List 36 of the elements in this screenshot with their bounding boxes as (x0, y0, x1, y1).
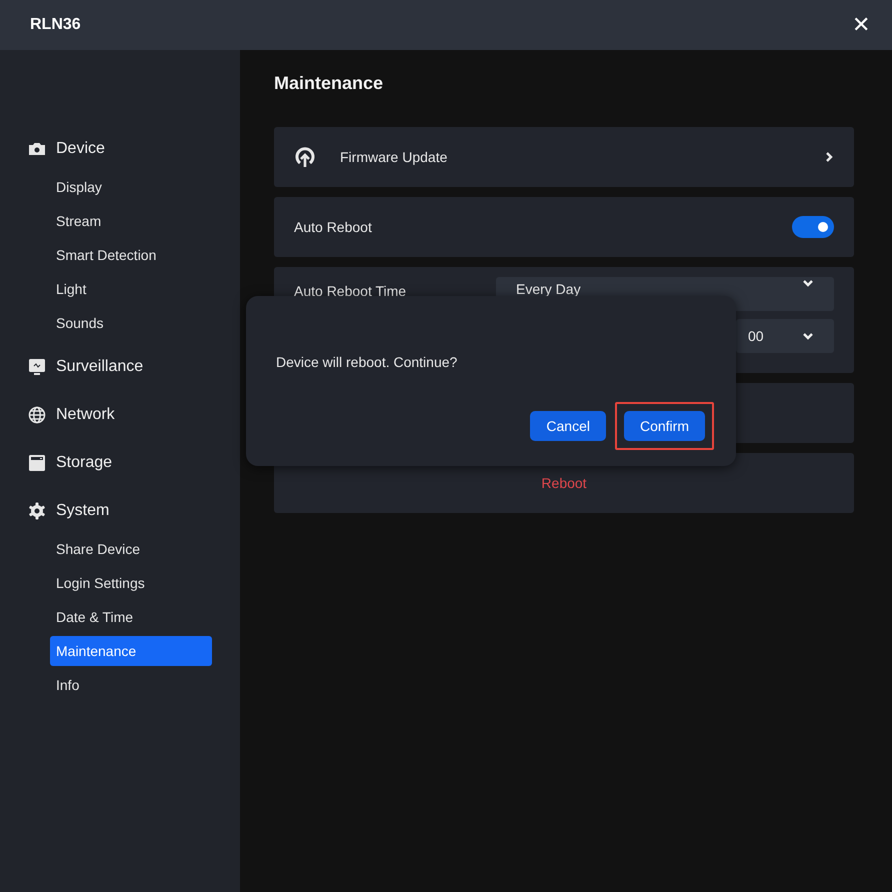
sidebar-item[interactable]: Display (50, 172, 212, 202)
page-title: Maintenance (274, 72, 384, 95)
monitor-icon (28, 358, 46, 376)
dialog-message: Device will reboot. Continue? (276, 353, 458, 372)
sidebar-item[interactable]: Share Device (50, 534, 212, 564)
sidebar-group[interactable]: System (56, 499, 110, 523)
sidebar-group[interactable]: Network (56, 403, 115, 427)
globe-icon (28, 406, 46, 424)
sidebar-item[interactable]: Login Settings (50, 568, 212, 598)
auto-reboot-label: Auto Reboot (294, 218, 372, 236)
sidebar-group[interactable]: Storage (56, 451, 112, 475)
chevron-right-icon (824, 151, 834, 163)
minute-select[interactable]: 00 (736, 319, 834, 353)
sidebar-item[interactable]: Info (50, 670, 212, 700)
storage-icon (28, 454, 46, 472)
window-title: RLN36 (30, 15, 81, 35)
sidebar-item[interactable]: Light (50, 274, 212, 304)
firmware-update-label: Firmware Update (340, 148, 448, 167)
sidebar-group[interactable]: Surveillance (56, 355, 144, 379)
cancel-button[interactable]: Cancel (530, 411, 606, 441)
auto-reboot-time-label: Auto Reboot Time (294, 282, 408, 301)
confirm-button[interactable]: Confirm (624, 411, 705, 441)
chevron-down-icon (802, 279, 814, 287)
sidebar-item[interactable]: Smart Detection (50, 240, 212, 270)
camera-icon (28, 142, 46, 156)
toggle-switch[interactable] (792, 216, 834, 238)
sidebar-item[interactable]: Date & Time (50, 602, 212, 632)
sidebar-item[interactable]: Stream (50, 206, 212, 236)
sidebar-group[interactable]: Device (56, 137, 105, 161)
close-button[interactable]: ✕ (852, 14, 870, 36)
sidebar-item[interactable]: Sounds (50, 308, 212, 338)
sidebar-item[interactable]: Maintenance (50, 636, 212, 666)
settings-icon (28, 502, 46, 520)
chevron-down-icon (802, 332, 814, 340)
firmware-update-row[interactable]: Firmware Update (274, 127, 854, 187)
upload-icon (294, 146, 316, 168)
